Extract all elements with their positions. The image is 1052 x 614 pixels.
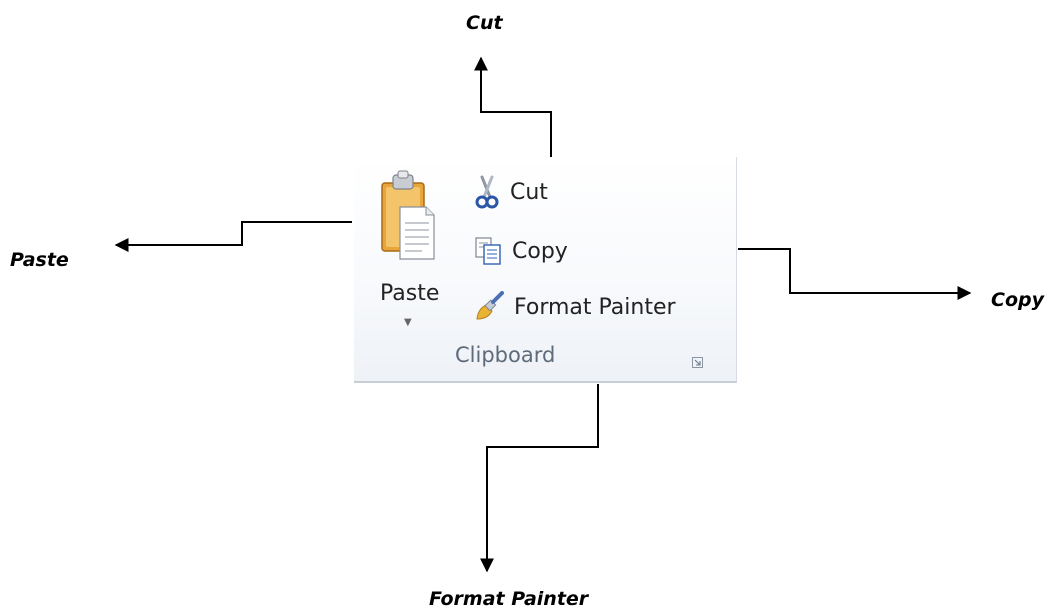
cut-button[interactable]: Cut bbox=[474, 173, 548, 211]
callout-copy: Copy bbox=[991, 289, 1044, 311]
copy-icon bbox=[475, 237, 501, 265]
callout-paste: Paste bbox=[10, 249, 69, 271]
dropdown-arrow-icon[interactable]: ▼ bbox=[404, 317, 412, 328]
callout-cut: Cut bbox=[466, 12, 503, 34]
format-painter-connector bbox=[480, 384, 599, 573]
dialog-launcher-icon[interactable] bbox=[692, 357, 703, 368]
copy-connector bbox=[738, 248, 972, 300]
clipboard-paste-icon bbox=[381, 170, 435, 260]
paste-label: Paste bbox=[380, 281, 440, 306]
copy-button[interactable]: Copy bbox=[474, 232, 568, 270]
paste-button[interactable]: Paste ▼ bbox=[376, 169, 448, 335]
scissors-icon bbox=[475, 175, 499, 209]
paintbrush-icon bbox=[476, 291, 504, 320]
format-painter-button[interactable]: Format Painter bbox=[474, 288, 676, 326]
clipboard-group: Paste ▼ Cut Copy Format Painter Clipboar… bbox=[354, 157, 737, 383]
paste-connector bbox=[114, 221, 352, 252]
format-painter-label: Format Painter bbox=[514, 294, 676, 320]
cut-label: Cut bbox=[510, 179, 548, 205]
copy-label: Copy bbox=[512, 238, 568, 264]
callout-format-painter: Format Painter bbox=[429, 588, 589, 610]
cut-connector bbox=[474, 56, 552, 158]
group-label: Clipboard bbox=[455, 343, 556, 367]
